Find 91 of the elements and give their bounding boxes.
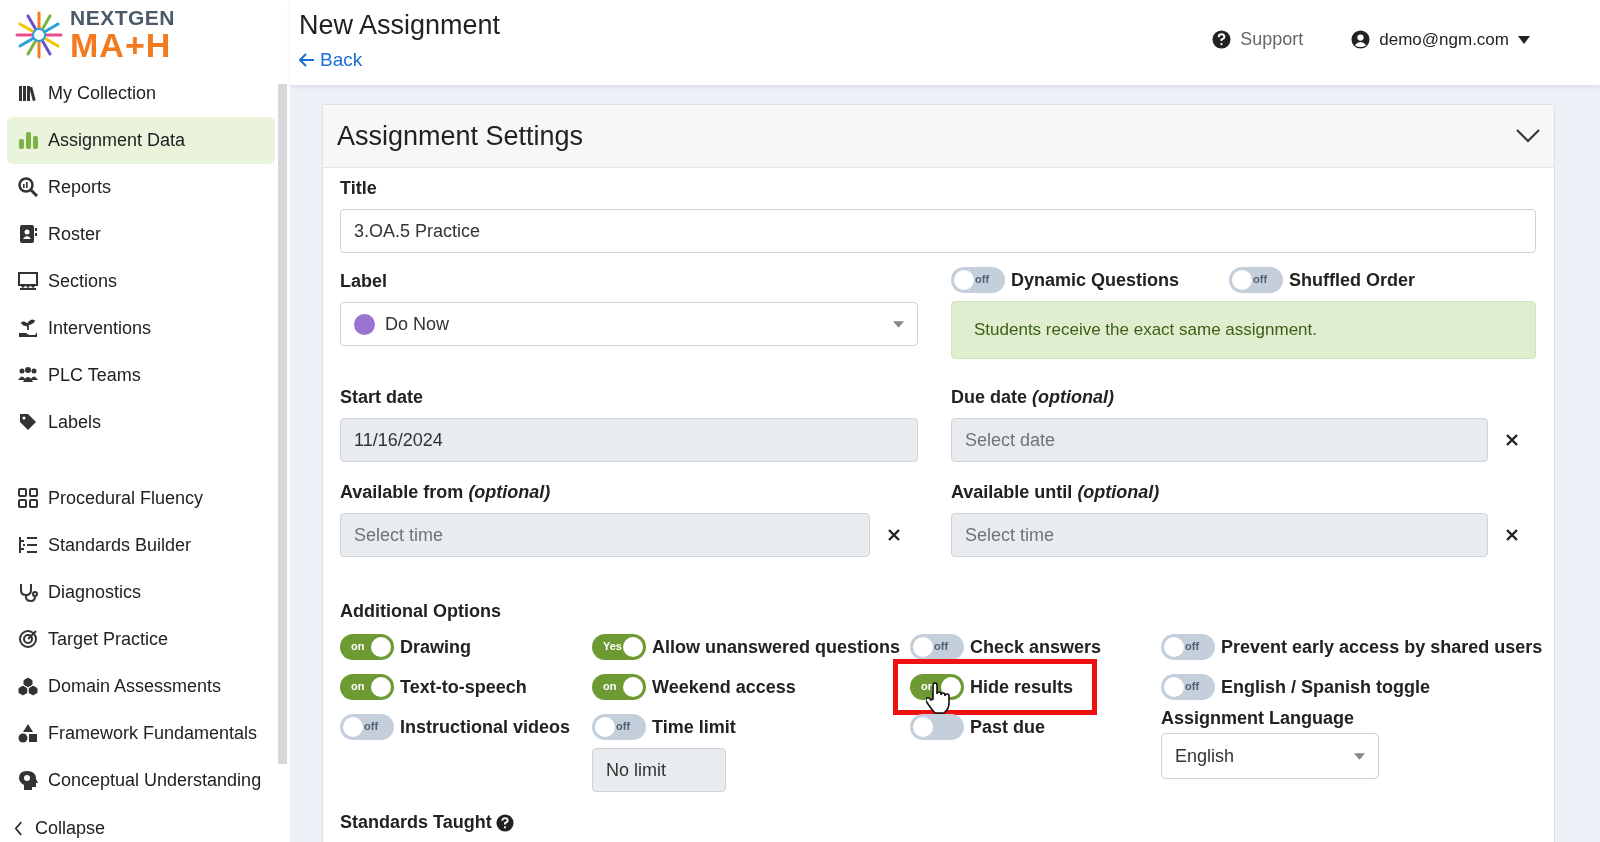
- toggle-label: Check answers: [970, 636, 1102, 658]
- sidebar-item[interactable]: Sections: [7, 257, 275, 305]
- sidebar-item[interactable]: Domain Assessments: [7, 662, 275, 710]
- toggle-label: Past due: [970, 716, 1046, 738]
- chevron-down-icon[interactable]: [1516, 129, 1540, 143]
- support-link[interactable]: Support: [1212, 29, 1304, 50]
- toggle-switch[interactable]: off: [951, 267, 1005, 293]
- burst-logo-icon: [14, 9, 64, 60]
- tag-icon: [18, 412, 38, 433]
- field-label: Assignment Language: [1161, 708, 1356, 729]
- list-icon: [18, 535, 38, 556]
- field-label: Label: [340, 271, 388, 292]
- toggle-switch[interactable]: off: [910, 634, 964, 660]
- toggle-label: Time limit: [652, 716, 736, 738]
- sidebar-item[interactable]: Labels: [7, 398, 275, 446]
- close-icon[interactable]: [888, 529, 900, 541]
- toggle-label: Drawing: [400, 636, 471, 658]
- toggle-switch[interactable]: off: [340, 714, 394, 740]
- toggle-label: Allow unanswered questions: [652, 636, 901, 658]
- caret-icon: [893, 320, 904, 328]
- help-icon: [1212, 30, 1232, 49]
- hand-sprout-icon: [18, 318, 38, 339]
- back-link[interactable]: Back: [299, 49, 363, 71]
- field-label: Additional Options: [340, 601, 502, 622]
- sidebar-item[interactable]: PLC Teams: [7, 351, 275, 399]
- logo-text: MA+H: [70, 28, 173, 63]
- logo-text: NEXTGEN: [70, 7, 175, 29]
- close-icon[interactable]: [1506, 529, 1518, 541]
- date-field[interactable]: Select date: [951, 418, 1488, 462]
- toggle-label: Weekend access: [652, 676, 796, 698]
- toggle-switch[interactable]: off: [1229, 267, 1284, 293]
- sidebar-item[interactable]: Conceptual Understanding: [7, 756, 275, 804]
- field-label: Standards Taught: [340, 812, 492, 833]
- toggle-label: Shuffled Order: [1289, 269, 1416, 291]
- field-label: Available until (optional): [951, 482, 1161, 503]
- field-label: Title: [340, 178, 378, 199]
- toggle-switch[interactable]: off: [592, 714, 646, 740]
- toggle-switch[interactable]: off: [1161, 674, 1215, 700]
- toggle-label: Hide results: [970, 676, 1074, 698]
- sidebar-item[interactable]: Diagnostics: [7, 568, 275, 616]
- toggle-label: Prevent early access by shared users: [1221, 636, 1543, 658]
- books-icon: [18, 83, 38, 104]
- toggle-switch[interactable]: off: [1161, 634, 1215, 660]
- sidebar-item[interactable]: Framework Fundamentals: [7, 709, 275, 757]
- close-icon[interactable]: [1506, 434, 1518, 446]
- language-select[interactable]: English: [1161, 733, 1379, 779]
- caret-icon: [1518, 35, 1530, 44]
- field-label: Available from (optional): [340, 482, 552, 503]
- sidebar-item[interactable]: Standards Builder: [7, 521, 275, 569]
- arrow-left-icon: [299, 53, 315, 67]
- head-icon: [18, 770, 38, 791]
- page-title: New Assignment: [299, 10, 502, 41]
- sidebar-item[interactable]: Roster: [7, 210, 275, 258]
- grid-icon: [18, 488, 38, 509]
- target-icon: [18, 629, 38, 650]
- select-value: Do Now: [385, 313, 450, 335]
- label-select[interactable]: Do Now: [340, 302, 918, 346]
- contact-card-icon: [18, 224, 38, 245]
- magnifier-icon: [18, 177, 38, 198]
- title-field[interactable]: 3.OA.5 Practice: [340, 209, 1536, 253]
- panel-title: Assignment Settings: [337, 120, 584, 152]
- toggle-label: English / Spanish toggle: [1221, 676, 1430, 698]
- sidebar-item[interactable]: Assignment Data: [7, 116, 275, 164]
- chevron-left-icon: [14, 821, 23, 837]
- panel-header[interactable]: Assignment Settings: [323, 105, 1554, 168]
- toggle-switch[interactable]: [910, 714, 964, 740]
- sidebar-item[interactable]: Interventions: [7, 304, 275, 352]
- sidebar-item[interactable]: My Collection: [7, 69, 275, 117]
- shapes-icon: [18, 723, 38, 744]
- collapse-button[interactable]: Collapse: [0, 815, 290, 842]
- scrollbar[interactable]: [278, 84, 287, 764]
- user-menu[interactable]: demo@ngm.com: [1351, 29, 1530, 50]
- sidebar-item[interactable]: Reports: [7, 163, 275, 211]
- date-field[interactable]: 11/16/2024: [340, 418, 918, 462]
- help-icon[interactable]: [495, 813, 514, 832]
- field-label: Start date: [340, 387, 425, 408]
- toggle-label: Text-to-speech: [400, 676, 527, 698]
- field-label: Due date (optional): [951, 387, 1115, 408]
- toggle-label: Instructional videos: [400, 716, 571, 738]
- sidebar-item[interactable]: Procedural Fluency: [7, 474, 275, 522]
- toggle-label: Dynamic Questions: [1011, 269, 1180, 291]
- caret-icon: [1354, 752, 1365, 760]
- stethoscope-icon: [18, 582, 38, 603]
- sidebar-item[interactable]: Target Practice: [7, 615, 275, 663]
- date-field[interactable]: Select time: [951, 513, 1488, 557]
- date-field[interactable]: Select time: [340, 513, 870, 557]
- presentation-icon: [18, 271, 38, 292]
- user-icon: [1351, 30, 1371, 49]
- info-alert: Students receive the exact same assignment.: [951, 301, 1536, 359]
- bar-chart-icon: [18, 130, 38, 151]
- cubes-icon: [18, 676, 38, 697]
